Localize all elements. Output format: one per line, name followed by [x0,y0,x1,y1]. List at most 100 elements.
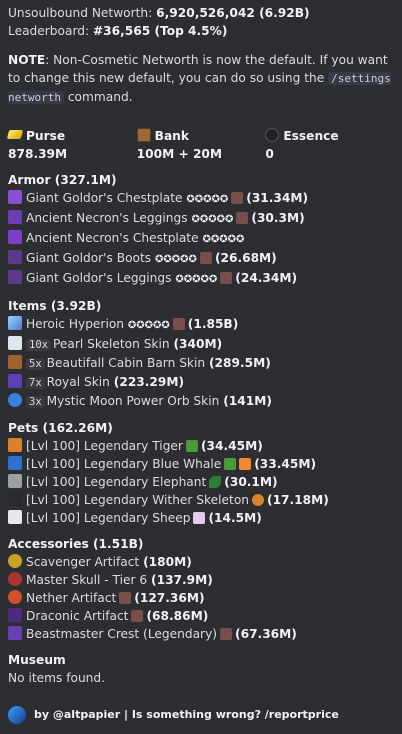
item-name: Ancient Necron's Chestplate [26,231,199,245]
item-value: (26.68M) [214,251,277,265]
chest-icon [136,128,151,142]
list-item: Master Skull - Tier 6 (137.9M) [8,571,394,589]
leggings-icon [8,270,22,284]
stars: ✪✪✪✪✪ [186,194,229,205]
item-value: (1.85B) [187,317,239,331]
purse-title: Purse [26,129,66,143]
item-name: Heroic Hyperion [26,317,125,331]
carrot-icon [239,458,252,470]
leaderboard-line: Leaderboard: #36,565 (Top 4.5%) [8,22,394,40]
sword-icon [8,316,22,330]
list-item: Beastmaster Crest (Legendary) (67.36M) [8,625,394,643]
item-value: (31.34M) [246,191,309,205]
pet-item-icon [193,512,206,524]
gemstone-icon [231,192,244,204]
networth-label: Unsoulbound Networth: [8,6,153,20]
museum-text: No items found. [8,671,106,685]
item-name: Beautifall Cabin Barn Skin [46,356,206,370]
bank-value: 100M + 20M [136,147,223,161]
item-value: (24.34M) [235,271,298,285]
list-item: 3x Mystic Moon Power Orb Skin (141M) [8,392,394,411]
list-item: [Lvl 100] Legendary Sheep (14.5M) [8,509,394,527]
note-label: NOTE [8,53,46,67]
item-name: [Lvl 100] Legendary Tiger [26,439,183,453]
leaderboard-label: Leaderboard: [8,24,90,38]
item-value: (30.1M) [224,475,278,489]
item-value: (33.45M) [254,457,317,471]
item-name: [Lvl 100] Legendary Wither Skeleton [26,493,249,507]
essence-title: Essence [283,129,339,143]
pets-heading: Pets (162.26M) [8,421,113,435]
item-name: Royal Skin [46,375,110,389]
chestplate-icon [8,190,22,204]
accessories-heading: Accessories (1.51B) [8,537,144,551]
item-value: (68.86M) [146,609,209,623]
leaderboard-value: #36,565 (Top 4.5%) [92,24,228,38]
list-item: Giant Goldor's Chestplate ✪✪✪✪✪ (31.34M) [8,189,394,209]
list-item: 5x Beautifall Cabin Barn Skin (289.5M) [8,354,394,373]
gemstone-icon [199,252,212,264]
elephant-icon [8,474,22,488]
item-value: (67.36M) [235,627,297,641]
stars: ✪✪✪✪✪ [202,234,245,245]
list-item: Nether Artifact (127.36M) [8,589,394,607]
items-list: Heroic Hyperion ✪✪✪✪✪ (1.85B) 10x Pearl Sk… [8,315,394,411]
gemstone-icon [236,212,249,224]
bank-field: Bank 100M + 20M [136,127,266,163]
item-name: Pearl Skeleton Skin [52,337,170,351]
item-name: [Lvl 100] Legendary Elephant [26,475,207,489]
embed-footer: by @altpapier | Is something wrong? /rep… [8,706,339,724]
item-name: Draconic Artifact [26,609,129,623]
item-value: (223.29M) [113,375,185,389]
list-item: Ancient Necron's Chestplate ✪✪✪✪✪ [8,229,394,249]
item-name: Giant Goldor's Chestplate [26,191,183,205]
item-value: (34.45M) [200,439,263,453]
armor-list: Giant Goldor's Chestplate ✪✪✪✪✪ (31.34M) … [8,189,394,289]
list-item: Draconic Artifact (68.86M) [8,607,394,625]
networth-line: Unsoulbound Networth: 6,920,526,042 (6.9… [8,4,394,22]
list-item: Giant Goldor's Boots ✪✪✪✪✪ (26.68M) [8,249,394,269]
item-name: Mystic Moon Power Orb Skin [46,394,220,408]
stars: ✪✪✪✪✪ [175,274,218,285]
list-item: Giant Goldor's Leggings ✪✪✪✪✪ (24.34M) [8,269,394,289]
list-item: [Lvl 100] Legendary Elephant (30.1M) [8,473,394,491]
item-value: (127.36M) [134,591,205,605]
purse-field: Purse 878.39M [6,127,137,163]
networth-value: 6,920,526,042 (6.92B) [156,6,310,20]
cabin-skin-icon [8,355,22,369]
count-badge: 10x [26,339,51,351]
pet-item-icon [224,458,237,470]
pet-item-icon [185,440,198,452]
list-item: 7x Royal Skin (223.29M) [8,373,394,392]
count-badge: 7x [26,377,45,389]
nether-artifact-icon [8,590,22,604]
boots-icon [8,250,22,264]
royal-skin-icon [8,374,22,388]
item-value: (14.5M) [208,511,262,525]
item-value: (180M) [143,555,192,569]
armor-heading: Armor (327.1M) [8,173,117,187]
count-badge: 5x [26,358,45,370]
list-item: Scavenger Artifact (180M) [8,553,394,571]
item-name: Giant Goldor's Boots [26,251,152,265]
footer-text: by @altpapier | Is something wrong? /rep… [34,708,339,721]
gemstone-icon [220,628,233,640]
pet-item-icon [209,476,222,488]
stars: ✪✪✪✪✪ [127,320,170,331]
master-skull-icon [8,572,22,586]
item-name: Nether Artifact [26,591,117,605]
gemstone-icon [220,272,233,284]
pets-list: [Lvl 100] Legendary Tiger (34.45M) [Lvl 1… [8,437,394,527]
item-value: (17.18M) [267,493,329,507]
wither-skeleton-icon [8,492,22,506]
whale-icon [8,456,22,470]
list-item: [Lvl 100] Legendary Tiger (34.45M) [8,437,394,455]
beastmaster-crest-icon [8,626,22,640]
accessories-list: Scavenger Artifact (180M) Master Skull -… [8,553,394,643]
tiger-icon [8,438,22,452]
bot-avatar [8,706,26,724]
item-value: (340M) [173,337,223,351]
chestplate-icon [8,230,22,244]
essence-value: 0 [265,147,274,161]
gemstone-icon [172,318,185,330]
